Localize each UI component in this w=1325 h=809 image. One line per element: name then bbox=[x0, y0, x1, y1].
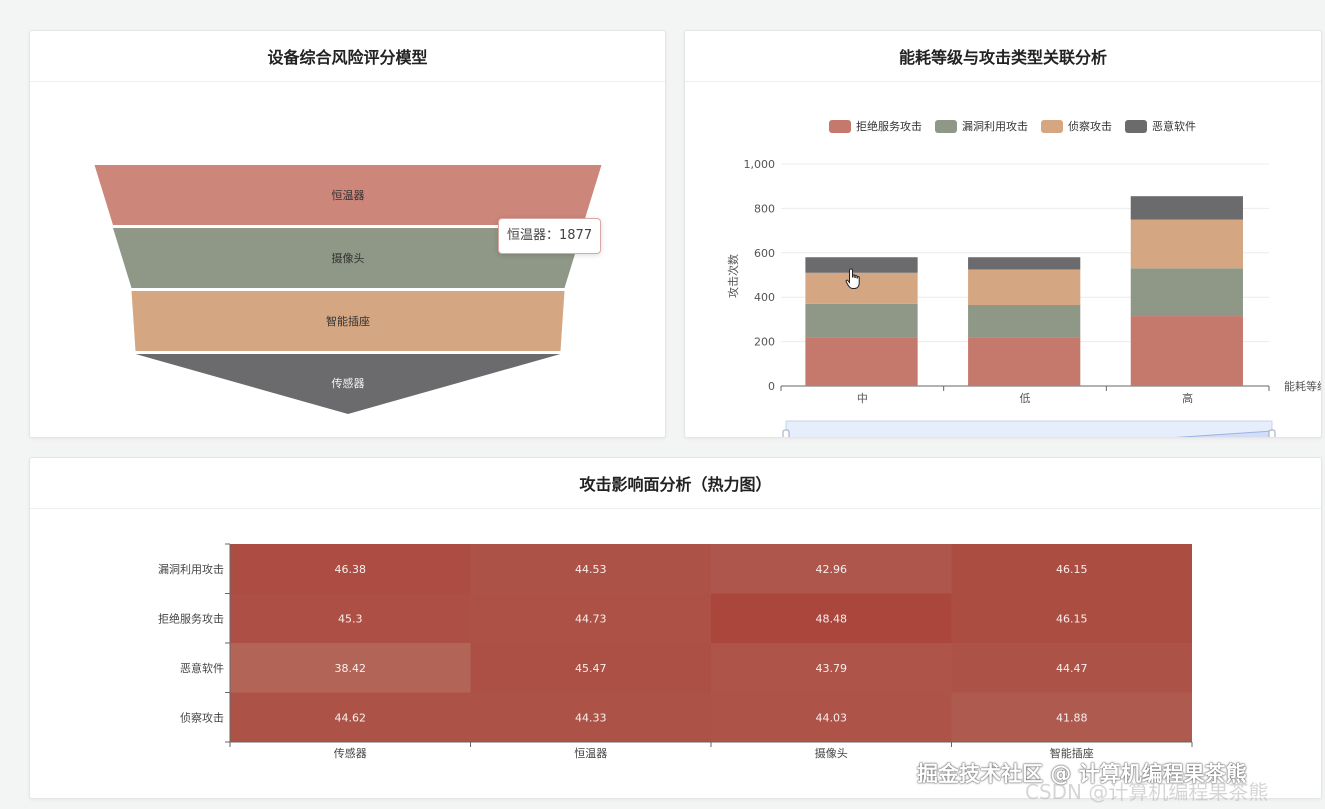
bar-segment bbox=[1130, 268, 1243, 317]
legend-label: 恶意软件 bbox=[1152, 119, 1196, 133]
heatmap-value: 46.15 bbox=[1056, 563, 1088, 576]
heatmap-value: 44.33 bbox=[575, 711, 607, 724]
heatmap-value: 44.73 bbox=[575, 612, 607, 625]
x-axis-title: 能耗等级 bbox=[1284, 379, 1321, 393]
y-tick-label: 拒绝服务攻击 bbox=[158, 611, 224, 625]
bar-segment bbox=[968, 337, 1081, 386]
bar-segment bbox=[968, 257, 1081, 270]
funnel-label: 传感器 bbox=[332, 377, 365, 390]
panel-title: 设备综合风险评分模型 bbox=[30, 31, 665, 82]
legend-swatch bbox=[1125, 120, 1147, 133]
heatmap-value: 41.88 bbox=[1056, 711, 1088, 724]
y-tick-label: 600 bbox=[754, 247, 775, 260]
x-tick-label: 中 bbox=[857, 392, 868, 405]
funnel-label: 恒温器 bbox=[332, 189, 365, 202]
bar-segment bbox=[1130, 316, 1243, 386]
legend-label: 拒绝服务攻击 bbox=[856, 119, 922, 133]
watermark-secondary: CSDN @计算机编程果茶熊 bbox=[1025, 780, 1269, 804]
y-tick-label: 800 bbox=[754, 202, 775, 215]
bar-segment bbox=[968, 269, 1081, 305]
bar-segment bbox=[968, 304, 1081, 338]
heatmap-value: 48.48 bbox=[816, 612, 848, 625]
heatmap-value: 43.79 bbox=[816, 662, 848, 675]
funnel-label: 智能插座 bbox=[326, 314, 370, 328]
zoom-handle-left bbox=[782, 429, 790, 437]
y-tick-label: 0 bbox=[768, 380, 775, 393]
bar-segment bbox=[805, 337, 918, 386]
bar-segment bbox=[805, 303, 918, 338]
attack-impact-panel: 攻击影响面分析（热力图） 46.38 44.53 42.96 46.15 漏洞利用攻击 4… bbox=[29, 457, 1322, 799]
legend-swatch bbox=[829, 120, 851, 133]
y-tick-label: 200 bbox=[754, 336, 775, 349]
heatmap-value: 45.47 bbox=[575, 662, 607, 675]
x-tick-label: 低 bbox=[1020, 392, 1031, 405]
heatmap-chart: 46.38 44.53 42.96 46.15 漏洞利用攻击 45.3 44.73 48.48… bbox=[158, 543, 1193, 760]
panel-title: 能耗等级与攻击类型关联分析 bbox=[685, 31, 1321, 82]
funnel-label: 摄像头 bbox=[332, 251, 365, 265]
hand-cursor-icon bbox=[845, 268, 860, 289]
stacked-bar-chart: 拒绝服务攻击 漏洞利用攻击 侦察攻击 恶意软件 1,000 800 600 400 200 0 攻击… bbox=[726, 119, 1321, 437]
y-tick-label: 侦察攻击 bbox=[180, 710, 224, 724]
heatmap-value: 44.47 bbox=[1056, 662, 1088, 675]
risk-funnel-panel: 设备综合风险评分模型 恒温器摄像头智能插座传感器 恒温器：1877 bbox=[29, 30, 666, 438]
zoom-slider-track bbox=[785, 420, 1273, 437]
y-axis-title: 攻击次数 bbox=[726, 254, 740, 298]
y-tick-label: 漏洞利用攻击 bbox=[158, 562, 224, 576]
legend-swatch bbox=[935, 120, 957, 133]
funnel-chart: 恒温器摄像头智能插座传感器 bbox=[94, 165, 602, 414]
heatmap-value: 45.3 bbox=[338, 612, 363, 625]
y-tick-label: 400 bbox=[754, 291, 775, 304]
heatmap-value: 46.15 bbox=[1056, 612, 1088, 625]
y-tick-label: 1,000 bbox=[744, 158, 776, 171]
x-tick-label: 摄像头 bbox=[815, 746, 848, 760]
heatmap-value: 38.42 bbox=[335, 662, 367, 675]
heatmap-value: 44.53 bbox=[575, 563, 607, 576]
heatmap-value: 46.38 bbox=[335, 563, 367, 576]
heatmap-value: 44.62 bbox=[335, 711, 367, 724]
bar-segment bbox=[1130, 219, 1243, 269]
x-tick-label: 高 bbox=[1182, 391, 1193, 405]
heatmap-value: 44.03 bbox=[816, 711, 848, 724]
bar-segment bbox=[1130, 196, 1243, 220]
zoom-handle-right bbox=[1268, 429, 1276, 437]
heatmap-value: 42.96 bbox=[816, 563, 848, 576]
chart-tooltip: 恒温器：1877 bbox=[498, 218, 602, 254]
panel-title: 攻击影响面分析（热力图） bbox=[30, 458, 1321, 509]
x-tick-label: 传感器 bbox=[334, 747, 367, 760]
legend-swatch bbox=[1041, 120, 1063, 133]
legend-label: 漏洞利用攻击 bbox=[962, 119, 1028, 133]
x-tick-label: 恒温器 bbox=[574, 747, 607, 760]
legend-label: 侦察攻击 bbox=[1068, 119, 1112, 133]
y-tick-label: 恶意软件 bbox=[180, 661, 224, 675]
energy-attack-panel: 能耗等级与攻击类型关联分析 拒绝服务攻击 漏洞利用攻击 侦察攻击 恶意软件 1,000 8… bbox=[684, 30, 1322, 438]
